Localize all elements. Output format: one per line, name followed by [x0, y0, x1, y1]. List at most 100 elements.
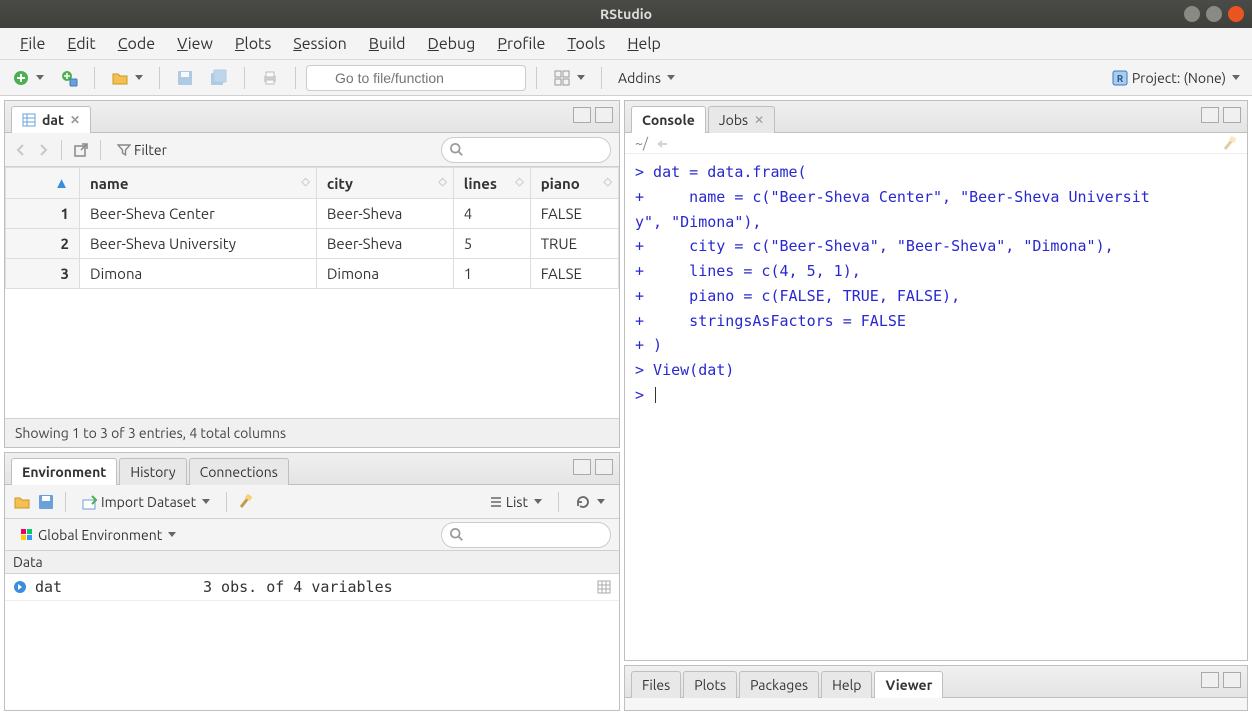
tab-environment[interactable]: Environment [11, 458, 117, 485]
console-body[interactable]: > dat = data.frame( + name = c("Beer-She… [625, 154, 1247, 660]
menu-tools[interactable]: Tools [557, 31, 615, 57]
cell-city: Beer-Sheva [316, 229, 453, 259]
maximize-pane-button[interactable] [1223, 107, 1241, 123]
load-workspace-icon[interactable] [13, 493, 31, 511]
table-row[interactable]: 3 Dimona Dimona 1 FALSE [6, 259, 619, 289]
console-path-bar: ~/ [625, 133, 1247, 154]
popout-icon[interactable] [72, 141, 90, 159]
tab-plots[interactable]: Plots [683, 671, 737, 698]
menu-profile[interactable]: Profile [487, 31, 555, 57]
new-project-button[interactable] [54, 66, 84, 90]
scope-selector[interactable]: Global Environment [13, 524, 182, 546]
env-row-dat[interactable]: dat 3 obs. of 4 variables [5, 574, 619, 601]
goto-file-input[interactable] [306, 65, 526, 91]
menu-edit[interactable]: Edit [57, 31, 105, 57]
table-row[interactable]: 2 Beer-Sheva University Beer-Sheva 5 TRU… [6, 229, 619, 259]
menu-build[interactable]: Build [359, 31, 416, 57]
env-obj-desc: 3 obs. of 4 variables [203, 578, 589, 596]
window-title: RStudio [600, 6, 652, 22]
tab-viewer[interactable]: Viewer [874, 671, 943, 698]
new-file-button[interactable] [6, 66, 50, 90]
expand-icon[interactable] [13, 580, 27, 594]
data-viewer-footer: Showing 1 to 3 of 3 entries, 4 total col… [5, 418, 619, 447]
close-tab-icon[interactable]: ✕ [70, 113, 80, 127]
col-header-lines[interactable]: lines◇ [453, 168, 530, 199]
project-cube-icon: R [1111, 69, 1129, 87]
main-toolbar: Addins R Project: (None) [0, 60, 1252, 96]
window-titlebar: RStudio [0, 0, 1252, 28]
tab-jobs[interactable]: Jobs ✕ [708, 106, 775, 133]
save-workspace-icon[interactable] [37, 493, 55, 511]
forward-arrow-icon[interactable] [35, 142, 51, 158]
save-all-button[interactable] [204, 66, 234, 90]
filter-icon [117, 143, 131, 157]
col-header-city[interactable]: city◇ [316, 168, 453, 199]
import-dataset-button[interactable]: Import Dataset [76, 491, 216, 513]
menu-file[interactable]: File [10, 31, 55, 57]
clear-workspace-icon[interactable] [237, 493, 255, 511]
menu-session[interactable]: Session [283, 31, 357, 57]
rownum-header[interactable]: ▲ [6, 168, 80, 199]
save-button[interactable] [170, 66, 200, 90]
cell-lines: 5 [453, 229, 530, 259]
cell-piano: FALSE [530, 259, 618, 289]
tab-connections[interactable]: Connections [189, 458, 289, 485]
open-file-button[interactable] [105, 66, 149, 90]
svg-text:R: R [1117, 73, 1124, 84]
cell-lines: 1 [453, 259, 530, 289]
tab-help[interactable]: Help [821, 671, 872, 698]
source-tab-label: dat [42, 112, 64, 128]
filter-button[interactable]: Filter [111, 139, 173, 161]
tab-files[interactable]: Files [631, 671, 681, 698]
view-table-icon[interactable] [597, 580, 611, 594]
cell-piano: FALSE [530, 199, 618, 229]
tab-console[interactable]: Console [631, 106, 706, 133]
rownum-cell: 2 [6, 229, 80, 259]
save-all-icon [210, 69, 228, 87]
minimize-pane-button[interactable] [573, 459, 591, 475]
menu-debug[interactable]: Debug [418, 31, 486, 57]
console-pane: Console Jobs ✕ ~/ > dat = data.frame( + … [624, 100, 1248, 661]
menu-help[interactable]: Help [617, 31, 671, 57]
refresh-button[interactable] [569, 491, 611, 513]
col-header-name[interactable]: name◇ [80, 168, 317, 199]
console-path: ~/ [635, 135, 648, 151]
grid-view-button[interactable] [547, 66, 591, 90]
minimize-pane-button[interactable] [573, 107, 591, 123]
minimize-pane-button[interactable] [1201, 107, 1219, 123]
grid-icon [553, 69, 571, 87]
addins-button[interactable]: Addins [612, 67, 681, 89]
tab-packages[interactable]: Packages [739, 671, 819, 698]
menu-plots[interactable]: Plots [225, 31, 281, 57]
view-mode-button[interactable]: List [483, 491, 548, 513]
rownum-cell: 1 [6, 199, 80, 229]
save-icon [176, 69, 194, 87]
popout-console-icon[interactable] [654, 136, 668, 150]
console-tabs: Console Jobs ✕ [625, 101, 1247, 133]
clear-console-icon[interactable] [1221, 135, 1237, 151]
maximize-pane-button[interactable] [1223, 672, 1241, 688]
window-close-icon[interactable] [1228, 6, 1244, 22]
project-menu[interactable]: R Project: (None) [1105, 66, 1246, 90]
close-jobs-icon[interactable]: ✕ [754, 113, 764, 127]
print-button[interactable] [255, 66, 285, 90]
minimize-pane-button[interactable] [1201, 672, 1219, 688]
source-pane: dat ✕ Filter [4, 100, 620, 448]
menu-view[interactable]: View [167, 31, 223, 57]
env-search-input[interactable] [441, 522, 611, 548]
menu-code[interactable]: Code [108, 31, 165, 57]
back-arrow-icon[interactable] [13, 142, 29, 158]
console-text: > dat = data.frame( + name = c("Beer-She… [635, 163, 1150, 404]
col-header-piano[interactable]: piano◇ [530, 168, 618, 199]
cell-city: Dimona [316, 259, 453, 289]
goto-file-wrap [306, 65, 526, 91]
maximize-pane-button[interactable] [595, 459, 613, 475]
source-tabs: dat ✕ [5, 101, 619, 133]
table-row[interactable]: 1 Beer-Sheva Center Beer-Sheva 4 FALSE [6, 199, 619, 229]
source-tab-dat[interactable]: dat ✕ [11, 106, 91, 133]
window-minimize-icon[interactable] [1184, 6, 1200, 22]
window-maximize-icon[interactable] [1206, 6, 1222, 22]
maximize-pane-button[interactable] [595, 107, 613, 123]
data-search-input[interactable] [441, 137, 611, 163]
tab-history[interactable]: History [119, 458, 186, 485]
